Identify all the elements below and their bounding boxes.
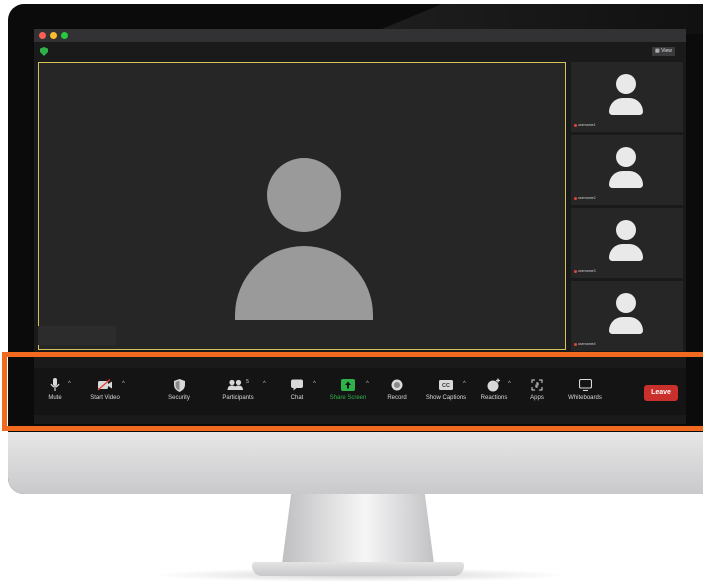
- monitor-stand-base: [252, 562, 464, 576]
- avatar-body-icon: [609, 171, 643, 188]
- security-button[interactable]: Security: [149, 377, 209, 401]
- whiteboard-icon: [578, 377, 592, 393]
- reactions-emoji-icon: [487, 377, 501, 393]
- chat-label: Chat: [290, 395, 304, 401]
- avatar-head-icon: [616, 74, 636, 94]
- security-label: Security: [168, 395, 190, 401]
- avatar-body-icon: [235, 246, 373, 320]
- avatar-body-icon: [609, 317, 643, 334]
- apps-icon: [531, 377, 543, 393]
- avatar-head-icon: [616, 220, 636, 240]
- reactions-label: Reactions: [480, 395, 508, 401]
- participant-tile[interactable]: username1: [571, 62, 683, 132]
- start-video-label: Start Video: [90, 395, 120, 401]
- monitor-stand-neck: [282, 494, 434, 564]
- speaker-name-tag: [38, 326, 116, 345]
- microphone-icon: [50, 377, 60, 393]
- participants-label: Participants: [222, 395, 254, 401]
- close-window-button[interactable]: [39, 32, 46, 39]
- video-off-icon: [97, 377, 113, 393]
- view-label: View: [661, 48, 672, 54]
- encryption-shield-icon[interactable]: [40, 47, 48, 56]
- participant-tile[interactable]: username3: [571, 208, 683, 278]
- mic-muted-icon: [574, 269, 577, 273]
- whiteboards-label: Whiteboards: [568, 395, 602, 401]
- avatar-body-icon: [609, 98, 643, 115]
- avatar-head-icon: [267, 158, 341, 232]
- participants-count: 5: [246, 379, 249, 385]
- closed-captions-icon: CC: [439, 377, 453, 393]
- avatar-head-icon: [616, 293, 636, 313]
- video-options-chevron-icon[interactable]: ^: [122, 381, 128, 387]
- share-screen-label: Share Screen: [329, 395, 367, 401]
- window-titlebar: [34, 29, 686, 42]
- monitor-chin: [8, 432, 703, 494]
- participant-tile[interactable]: username2: [571, 135, 683, 205]
- apps-label: Apps: [530, 395, 544, 401]
- participant-name: username1: [574, 123, 596, 127]
- mic-muted-icon: [574, 123, 577, 127]
- participants-icon: 5: [227, 377, 249, 393]
- participant-tile[interactable]: username4: [571, 281, 683, 351]
- active-speaker-tile[interactable]: [38, 62, 566, 350]
- chat-bubble-icon: [291, 377, 303, 393]
- avatar-head-icon: [616, 147, 636, 167]
- mic-muted-icon: [574, 196, 577, 200]
- svg-text:CC: CC: [442, 383, 450, 389]
- whiteboards-button[interactable]: Whiteboards: [555, 377, 615, 401]
- participants-button[interactable]: 5 Participants: [208, 377, 268, 401]
- maximize-window-button[interactable]: [61, 32, 68, 39]
- record-icon: [391, 377, 403, 393]
- participant-name: username2: [574, 196, 596, 200]
- mute-label: Mute: [48, 395, 62, 401]
- avatar-body-icon: [609, 244, 643, 261]
- security-shield-icon: [173, 377, 185, 393]
- view-button[interactable]: ▦ View: [652, 47, 675, 56]
- share-screen-icon: [341, 377, 355, 393]
- mute-options-chevron-icon[interactable]: ^: [68, 381, 74, 387]
- show-captions-label: Show Captions: [425, 395, 467, 401]
- minimize-window-button[interactable]: [50, 32, 57, 39]
- record-label: Record: [387, 395, 407, 401]
- participant-name: username3: [574, 269, 596, 273]
- leave-meeting-button[interactable]: Leave: [644, 385, 678, 401]
- participant-name: username4: [574, 342, 596, 346]
- mic-muted-icon: [574, 342, 577, 346]
